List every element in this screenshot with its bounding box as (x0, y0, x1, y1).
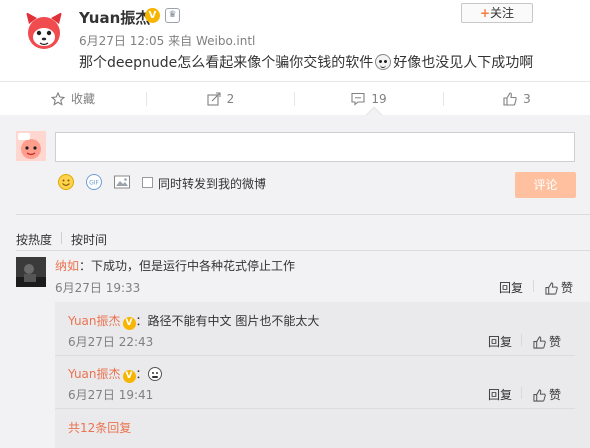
comment-body: 下成功，但是运行中各种花式停止工作 (91, 259, 296, 273)
separator (533, 280, 534, 292)
panda-emoji-icon (375, 54, 392, 70)
verified-badge-icon: V (122, 370, 136, 383)
more-replies-link[interactable]: 共12条回复 (68, 419, 131, 436)
reply-like-button[interactable]: 赞 (533, 333, 561, 350)
divider (55, 355, 575, 356)
commenter-avatar[interactable] (16, 257, 46, 287)
reply-text: Yuan振杰 V ：路径不能有中文 图片也不能太大 (68, 312, 319, 330)
thumbs-up-icon (533, 389, 546, 402)
follow-button[interactable]: +关注 (461, 3, 533, 23)
emoji-icon[interactable] (57, 173, 75, 191)
post-meta: 6月27日 12:05 来自 Weibo.intl (79, 32, 255, 49)
action-bar: 收藏 2 19 3 (0, 81, 590, 115)
reply-time: 6月27日 19:41 (68, 388, 154, 402)
favorite-label: 收藏 (70, 92, 95, 106)
separator (521, 387, 522, 399)
reply-author[interactable]: Yuan振杰 (68, 367, 121, 381)
plus-icon: + (479, 6, 491, 20)
verified-badge-icon: V (122, 317, 136, 330)
like-button[interactable]: 3 (444, 82, 590, 116)
forward-button[interactable]: 2 (147, 82, 294, 116)
gif-icon[interactable]: GIF (85, 173, 103, 191)
separator (521, 334, 522, 346)
sort-by-time[interactable]: 按时间 (71, 231, 107, 248)
sort-by-hot[interactable]: 按热度 (16, 231, 52, 248)
reply-body: 路径不能有中文 图片也不能太大 (147, 314, 320, 328)
comment-like-button[interactable]: 赞 (545, 279, 573, 296)
verified-badge-icon: V (145, 8, 160, 23)
comment-text: 纳如：下成功，但是运行中各种花式停止工作 (55, 257, 295, 274)
author-name[interactable]: Yuan振杰 (79, 7, 150, 28)
comment-icon (351, 92, 365, 106)
favorite-button[interactable]: 收藏 (0, 82, 146, 116)
also-forward-label[interactable]: 同时转发到我的微博 (158, 175, 266, 192)
reply-reply-button[interactable]: 回复 (488, 333, 512, 350)
comment-count: 19 (371, 92, 387, 106)
thumbs-up-icon (503, 92, 517, 106)
reply-like-button[interactable]: 赞 (533, 386, 561, 403)
member-icon[interactable]: ♛ (165, 8, 180, 23)
comment-colon: ： (79, 259, 92, 273)
comment-input[interactable] (55, 132, 575, 162)
reply-colon: ： (135, 367, 148, 381)
reply-author[interactable]: Yuan振杰 (68, 314, 121, 328)
post-text-part1: 那个deepnude怎么看起来像个骗你交钱的软件 (79, 55, 374, 71)
thumbs-up-icon (533, 336, 546, 349)
my-avatar[interactable] (16, 131, 46, 161)
grimace-emoji-icon (147, 367, 162, 381)
divider (16, 214, 590, 215)
reply-reply-button[interactable]: 回复 (488, 386, 512, 403)
post-source[interactable]: 来自 Weibo.intl (168, 34, 255, 48)
follow-label: 关注 (490, 6, 515, 20)
post-text-part2: 好像也没见人下成功啊 (393, 55, 534, 71)
comment-time: 6月27日 19:33 (55, 281, 141, 295)
submit-comment-button[interactable]: 评论 (515, 172, 576, 198)
author-avatar[interactable] (20, 6, 68, 54)
reply-like-label: 赞 (549, 335, 562, 349)
forward-count: 2 (226, 92, 235, 106)
reply-colon: ： (135, 314, 148, 328)
svg-text:GIF: GIF (89, 180, 99, 187)
comment-author[interactable]: 纳如 (55, 259, 79, 273)
reply-time: 6月27日 22:43 (68, 335, 154, 349)
post-date[interactable]: 6月27日 12:05 (79, 34, 164, 48)
also-forward-checkbox[interactable] (142, 177, 153, 188)
post-text: 那个deepnude怎么看起来像个骗你交钱的软件 好像也没见人下成功啊 (79, 52, 533, 72)
divider (16, 250, 590, 251)
comment-reply-button[interactable]: 回复 (499, 279, 523, 296)
comment-like-label: 赞 (561, 281, 574, 295)
reply-text: Yuan振杰 V： (68, 365, 162, 383)
like-count: 3 (523, 92, 531, 106)
forward-icon (207, 92, 221, 106)
star-icon (50, 92, 65, 106)
image-icon[interactable] (113, 173, 131, 191)
thumbs-up-icon (545, 282, 558, 295)
sort-separator (61, 232, 62, 244)
reply-like-label: 赞 (549, 388, 562, 402)
divider (55, 408, 575, 409)
